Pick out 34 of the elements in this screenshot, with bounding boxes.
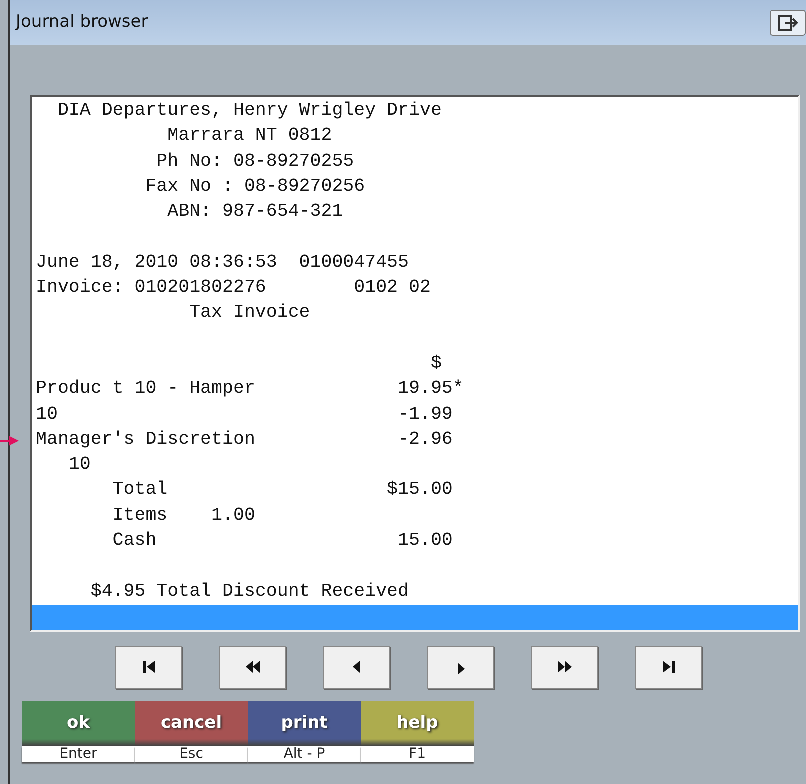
previous-button[interactable] [323, 646, 390, 689]
action-button[interactable]: ok [22, 701, 135, 746]
shortcut-label: Enter [22, 746, 135, 762]
receipt-line[interactable]: Ph No: 08-89270255 [36, 150, 354, 175]
first-button[interactable] [115, 646, 182, 689]
action-button[interactable]: cancel [135, 701, 248, 746]
selection-bar[interactable] [32, 604, 798, 630]
receipt-line[interactable]: ABN: 987-654-321 [36, 200, 344, 226]
receipt-line[interactable]: Tax Invoice [36, 301, 310, 327]
window-icon [777, 14, 799, 32]
window-title: Journal browser [16, 10, 148, 34]
receipt-line[interactable]: $4.95 Total Discount Received [36, 580, 409, 605]
restore-button[interactable] [770, 10, 806, 36]
receipt-line[interactable]: Produc t 10 - Hamper 19.95* [36, 377, 464, 403]
receipt-line[interactable]: 10 -1.99 [36, 402, 453, 428]
receipt-line[interactable]: Items 1.00 [36, 504, 256, 530]
receipt-line[interactable]: Manager's Discretion -2.96 [36, 428, 453, 454]
receipt-line[interactable]: DIA Departures, Henry Wrigley Drive [36, 99, 442, 124]
receipt-line[interactable]: Cash 15.00 [36, 529, 453, 554]
receipt-line[interactable]: Marrara NT 0812 [36, 124, 332, 150]
receipt-line[interactable]: $ [36, 352, 442, 378]
last-button[interactable] [635, 646, 702, 689]
next-button[interactable] [427, 646, 494, 689]
rewind-button[interactable] [219, 646, 286, 689]
action-button[interactable]: print [248, 701, 361, 746]
receipt-line[interactable]: Fax No : 08-89270256 [36, 174, 366, 200]
fast-forward-button[interactable] [531, 646, 598, 689]
receipt-line[interactable]: June 18, 2010 08:36:53 0100047455 [36, 250, 409, 276]
receipt-line[interactable]: Total $15.00 [36, 478, 453, 504]
shortcut-label: Alt - P [248, 746, 361, 762]
shortcut-label: F1 [361, 746, 474, 762]
shortcut-label: Esc [135, 746, 248, 762]
receipt-line[interactable]: 10 [36, 453, 91, 478]
receipt-line[interactable]: Invoice: 010201802276 0102 02 [36, 276, 431, 302]
